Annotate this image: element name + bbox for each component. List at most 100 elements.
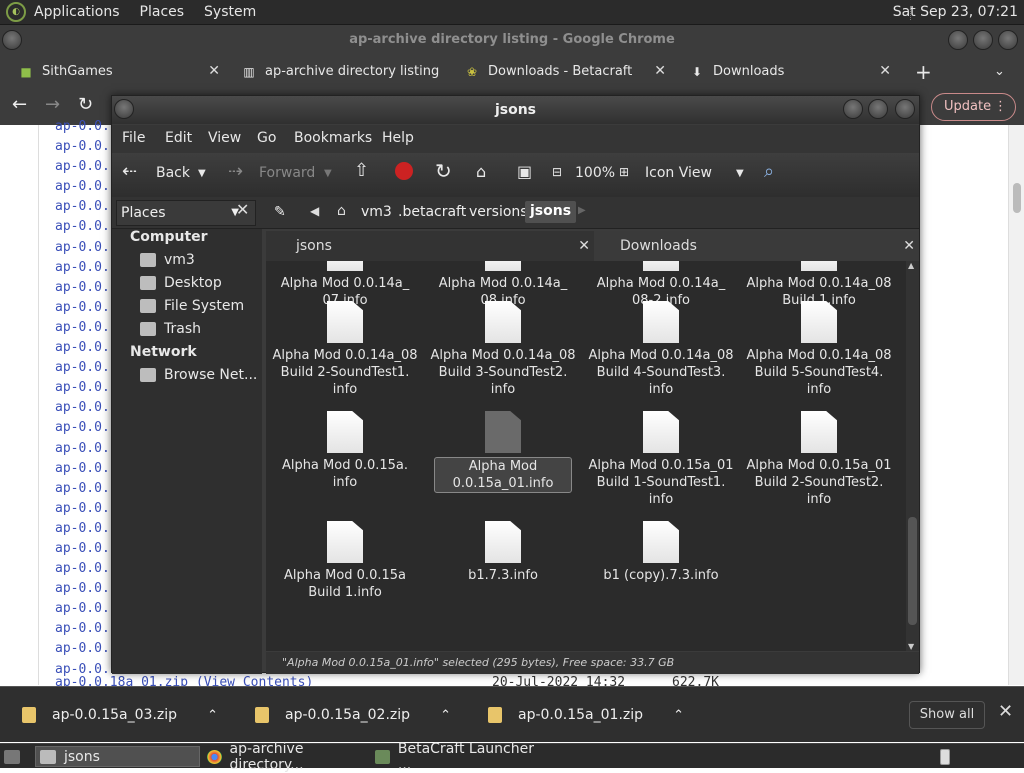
close-tab-icon[interactable]: ✕	[654, 63, 666, 79]
tab-downloads[interactable]: ⬇ Downloads ✕	[689, 55, 899, 88]
task-jsons[interactable]: jsons	[35, 746, 200, 767]
file-link[interactable]: ap-0.0.	[55, 499, 110, 519]
file-item[interactable]: Alpha Mod 0.0.15a Build 1.info	[270, 521, 420, 601]
file-scrollbar[interactable]: ▲ ▼	[906, 261, 919, 651]
sidebar-item-desktop[interactable]: Desktop	[140, 275, 222, 291]
menu-bookmarks[interactable]: Bookmarks	[294, 130, 372, 146]
file-link[interactable]: ap-0.0.	[55, 197, 110, 217]
task-betacraft[interactable]: BetaCraft Launcher ...	[371, 741, 541, 773]
file-link[interactable]: ap-0.0.	[55, 338, 110, 358]
reload-icon[interactable]: ↻	[435, 159, 452, 183]
scroll-down-icon[interactable]: ▼	[908, 642, 914, 651]
places-menu[interactable]: Places	[140, 4, 185, 20]
breadcrumb-item[interactable]: versions	[469, 204, 528, 220]
file-link[interactable]: ap-0.0.	[55, 398, 110, 418]
breadcrumb-right-chevron-icon[interactable]: ▶	[578, 205, 586, 216]
close-tab-icon[interactable]: ✕	[208, 63, 220, 79]
stop-icon[interactable]	[395, 162, 413, 180]
view-mode-chevron-icon[interactable]: ▼	[736, 168, 744, 179]
download-item[interactable]: ap-0.0.15a_03.zip ⌃	[22, 687, 220, 743]
forward-arrow-icon[interactable]: ⇢	[228, 161, 243, 182]
task-chrome[interactable]: ap-archive directory...	[203, 741, 368, 773]
file-item[interactable]: Alpha Mod 0.0.14a_08 Build 3-SoundTest2.…	[428, 301, 578, 398]
file-scroll-thumb[interactable]	[908, 517, 917, 625]
back-history-chevron-icon[interactable]: ▼	[198, 168, 206, 179]
computer-icon[interactable]: ▣	[517, 162, 532, 181]
home-folder-icon[interactable]: ⌂	[476, 162, 486, 181]
tab-downloads-betacraft[interactable]: ❀ Downloads - Betacraft ✕	[464, 55, 674, 88]
zoom-in-icon[interactable]: ⊞	[619, 165, 629, 179]
sidebar-item-trash[interactable]: Trash	[140, 321, 201, 337]
file-item[interactable]: Alpha Mod 0.0.15a. info	[270, 411, 420, 491]
file-link[interactable]: ap-0.0.	[55, 378, 110, 398]
up-icon[interactable]: ⇧	[354, 160, 369, 181]
menu-edit[interactable]: Edit	[165, 130, 192, 146]
menu-view[interactable]: View	[208, 130, 241, 146]
breadcrumb-item[interactable]: .betacraft	[398, 204, 466, 220]
scroll-up-icon[interactable]: ▲	[908, 261, 914, 270]
file-item-selected[interactable]: Alpha Mod 0.0.15a_01.info	[428, 411, 578, 493]
file-item[interactable]: b1 (copy).7.3.info	[586, 521, 736, 584]
close-pane-icon[interactable]: ✕	[578, 231, 590, 261]
reload-icon[interactable]: ↻	[78, 94, 93, 115]
close-pane-icon[interactable]: ✕	[903, 231, 915, 261]
tab-ap-archive[interactable]: ▥ ap-archive directory listing	[241, 55, 451, 88]
forward-button[interactable]: Forward	[259, 165, 315, 181]
fm-titlebar[interactable]: jsons	[112, 96, 919, 124]
file-link[interactable]: ap-0.0.	[55, 358, 110, 378]
file-link[interactable]: ap-0.0.	[55, 579, 110, 599]
fm-maximize-button[interactable]	[868, 99, 888, 119]
file-item[interactable]: Alpha Mod 0.0.15a_01 Build 1-SoundTest1.…	[586, 411, 736, 508]
back-arrow-icon[interactable]: ⇠	[122, 161, 137, 182]
minimize-button[interactable]	[948, 30, 968, 50]
pane-tab-jsons[interactable]: jsons ✕	[266, 231, 594, 261]
fm-window-menu-button[interactable]	[114, 99, 134, 119]
file-link[interactable]: ap-0.0.	[55, 479, 110, 499]
view-mode-select[interactable]: Icon View	[645, 165, 712, 181]
file-item[interactable]: Alpha Mod 0.0.14a_08 Build 4-SoundTest3.…	[586, 301, 736, 398]
chevron-up-icon[interactable]: ⌃	[673, 708, 684, 723]
edit-location-icon[interactable]: ✎	[274, 204, 286, 220]
clock[interactable]: Sat Sep 23, 07:21	[893, 4, 1018, 20]
file-item[interactable]: Alpha Mod 0.0.14a_08 Build 2-SoundTest1.…	[270, 301, 420, 398]
file-link[interactable]: ap-0.0.	[55, 278, 110, 298]
menu-help[interactable]: Help	[382, 130, 414, 146]
file-link[interactable]: ap-0.0.	[55, 539, 110, 559]
workspace-switcher[interactable]	[936, 746, 958, 767]
file-item[interactable]: Alpha Mod 0.0.15a_01 Build 2-SoundTest2.…	[744, 411, 894, 508]
sidebar-item-filesystem[interactable]: File System	[140, 298, 244, 314]
file-link[interactable]: ap-0.0.	[55, 258, 110, 278]
file-link[interactable]: ap-0.0.	[55, 519, 110, 539]
more-menu-icon[interactable]: ⋮	[994, 94, 1007, 120]
tab-sithgames[interactable]: ■ SithGames ✕	[18, 55, 228, 88]
file-link[interactable]: ap-0.0.	[55, 619, 110, 639]
chevron-up-icon[interactable]: ⌃	[207, 708, 218, 723]
breadcrumb-current[interactable]: jsons	[525, 201, 577, 223]
file-link[interactable]: ap-0.0.	[55, 238, 110, 258]
sidebar-item-vm3[interactable]: vm3	[140, 252, 195, 268]
file-link[interactable]: ap-0.0.	[55, 318, 110, 338]
page-scrollbar[interactable]	[1008, 125, 1024, 685]
close-tab-icon[interactable]: ✕	[879, 63, 891, 79]
fm-close-button[interactable]	[895, 99, 915, 119]
forward-arrow-icon[interactable]: →	[45, 94, 60, 115]
file-link[interactable]: ap-0.0.	[55, 217, 110, 237]
menu-file[interactable]: File	[122, 130, 145, 146]
file-link[interactable]: ap-0.0.	[55, 599, 110, 619]
breadcrumb-left-chevron-icon[interactable]: ◀	[310, 204, 319, 218]
file-link[interactable]: ap-0.0.	[55, 117, 110, 137]
file-link[interactable]: ap-0.0.	[55, 418, 110, 438]
system-menu[interactable]: System	[204, 4, 256, 20]
file-link[interactable]: ap-0.0.	[55, 439, 110, 459]
file-link[interactable]: ap-0.0.	[55, 137, 110, 157]
update-button[interactable]: Update ⋮	[931, 93, 1016, 121]
back-arrow-icon[interactable]: ←	[12, 94, 27, 115]
menu-go[interactable]: Go	[257, 130, 276, 146]
page-scroll-thumb[interactable]	[1013, 183, 1021, 213]
pane-tab-downloads[interactable]: Downloads ✕	[594, 231, 919, 261]
close-button[interactable]	[998, 30, 1018, 50]
chevron-up-icon[interactable]: ⌃	[440, 708, 451, 723]
file-link[interactable]: ap-0.0.	[55, 559, 110, 579]
file-link[interactable]: ap-0.0.	[55, 639, 110, 659]
breadcrumb-item[interactable]: vm3	[361, 204, 392, 220]
